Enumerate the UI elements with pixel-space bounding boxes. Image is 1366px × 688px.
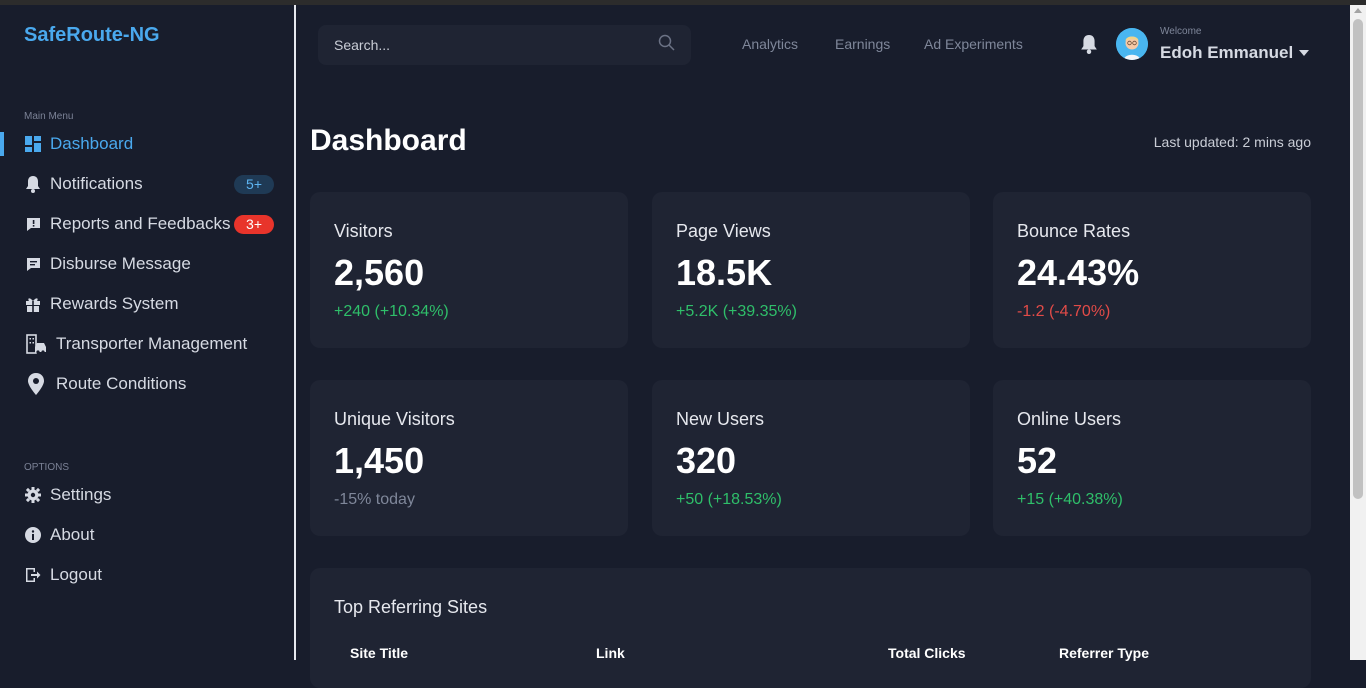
scroll-up-arrow-icon[interactable] [1354, 8, 1362, 13]
stat-label: Bounce Rates [1017, 221, 1131, 241]
sidebar-item-label: Rewards System [50, 294, 179, 313]
sidebar-item-logout[interactable]: Logout [0, 557, 294, 593]
message-icon [24, 255, 42, 273]
avatar[interactable] [1116, 28, 1148, 60]
sidebar-item-about[interactable]: About [0, 517, 294, 553]
stat-value: 2,560 [334, 252, 425, 293]
sidebar-item-label: Notifications [50, 174, 143, 193]
stat-label: Unique Visitors [334, 409, 455, 429]
stat-delta: -15% today [334, 491, 415, 508]
logout-icon [24, 566, 42, 584]
main-menu-label: Main Menu [24, 111, 74, 122]
stat-delta: +50 (+18.53%) [676, 491, 782, 508]
page-scrollbar[interactable] [1350, 5, 1366, 660]
stat-value: 52 [1017, 440, 1058, 481]
sidebar-item-label: Logout [50, 565, 102, 584]
sidebar-item-label: Transporter Management [56, 334, 248, 353]
sidebar-item-settings[interactable]: Settings [0, 477, 294, 513]
brand-logo[interactable]: SafeRoute-NG [24, 24, 160, 47]
stat-label: Visitors [334, 221, 393, 241]
stat-card-online-users: Online Users 52 +15 (+40.38%) [993, 380, 1311, 536]
stat-delta: +5.2K (+39.35%) [676, 303, 797, 320]
gift-icon [24, 295, 42, 313]
reports-count-badge: 3+ [234, 215, 274, 234]
username: Edoh Emmanuel [1160, 43, 1294, 62]
stat-label: New Users [676, 409, 765, 429]
notifications-count-badge: 5+ [234, 175, 274, 194]
search-input[interactable] [334, 37, 658, 53]
report-icon [24, 215, 42, 233]
nav-link-earnings[interactable]: Earnings [835, 36, 890, 52]
stat-delta: -1.2 (-4.70%) [1017, 303, 1111, 320]
welcome-label: Welcome [1160, 26, 1202, 37]
sidebar: SafeRoute-NG Main Menu Dashboard Notific… [0, 5, 296, 660]
sidebar-item-label: Reports and Feedbacks [50, 214, 231, 233]
nav-link-ad-experiments[interactable]: Ad Experiments [924, 36, 1023, 52]
search-box[interactable] [318, 25, 691, 65]
notification-bell-icon[interactable] [1080, 35, 1098, 59]
sidebar-item-reports[interactable]: Reports and Feedbacks 3+ [0, 206, 294, 242]
map-pin-icon [24, 373, 48, 395]
stat-delta: +240 (+10.34%) [334, 303, 449, 320]
top-header: Analytics Earnings Ad Experiments Welcom… [298, 5, 1350, 87]
stat-value: 320 [676, 440, 737, 481]
page-title: Dashboard [310, 124, 467, 157]
sidebar-item-dashboard[interactable]: Dashboard [0, 126, 294, 162]
dashboard-grid-icon [24, 135, 42, 153]
sidebar-item-label: Disburse Message [50, 254, 191, 273]
stat-delta: +15 (+40.38%) [1017, 491, 1123, 508]
sidebar-item-label: Settings [50, 485, 112, 504]
sidebar-item-label: About [50, 525, 95, 544]
options-label: OPTIONS [24, 462, 70, 473]
stat-label: Online Users [1017, 409, 1122, 429]
stat-label: Page Views [676, 221, 771, 241]
sidebar-item-label: Dashboard [50, 134, 134, 153]
column-header-link[interactable]: Link [596, 645, 625, 661]
nav-link-analytics[interactable]: Analytics [742, 36, 798, 52]
scrollbar-thumb[interactable] [1353, 19, 1363, 499]
table-title: Top Referring Sites [334, 597, 488, 617]
gear-icon [24, 486, 42, 504]
stat-card-bounce-rates: Bounce Rates 24.43% -1.2 (-4.70%) [993, 192, 1311, 348]
stat-value: 24.43% [1017, 252, 1140, 293]
stat-card-visitors: Visitors 2,560 +240 (+10.34%) [310, 192, 628, 348]
search-icon[interactable] [658, 34, 675, 56]
sidebar-item-disburse-message[interactable]: Disburse Message [0, 246, 294, 282]
sidebar-item-rewards[interactable]: Rewards System [0, 286, 294, 322]
last-updated: Last updated: 2 mins ago [1153, 134, 1311, 150]
stat-card-page-views: Page Views 18.5K +5.2K (+39.35%) [652, 192, 970, 348]
sidebar-item-route-conditions[interactable]: Route Conditions [0, 366, 294, 402]
column-header-site-title[interactable]: Site Title [350, 645, 408, 661]
sidebar-item-notifications[interactable]: Notifications 5+ [0, 166, 294, 202]
bell-icon [24, 175, 42, 193]
user-menu[interactable]: Edoh Emmanuel [1160, 43, 1310, 63]
stat-value: 1,450 [334, 440, 425, 481]
stat-card-unique-visitors: Unique Visitors 1,450 -15% today [310, 380, 628, 536]
sidebar-item-transporter-management[interactable]: Transporter Management [0, 326, 294, 362]
info-icon [24, 526, 42, 544]
stat-card-new-users: New Users 320 +50 (+18.53%) [652, 380, 970, 536]
building-car-icon [24, 334, 48, 354]
stat-value: 18.5K [676, 252, 773, 293]
column-header-total-clicks[interactable]: Total Clicks [888, 645, 966, 661]
sidebar-item-label: Route Conditions [56, 374, 187, 393]
top-referring-sites-card: Top Referring Sites Site Title Link Tota… [310, 568, 1311, 688]
column-header-referrer-type[interactable]: Referrer Type [1059, 645, 1149, 661]
chevron-down-icon [1299, 50, 1310, 56]
